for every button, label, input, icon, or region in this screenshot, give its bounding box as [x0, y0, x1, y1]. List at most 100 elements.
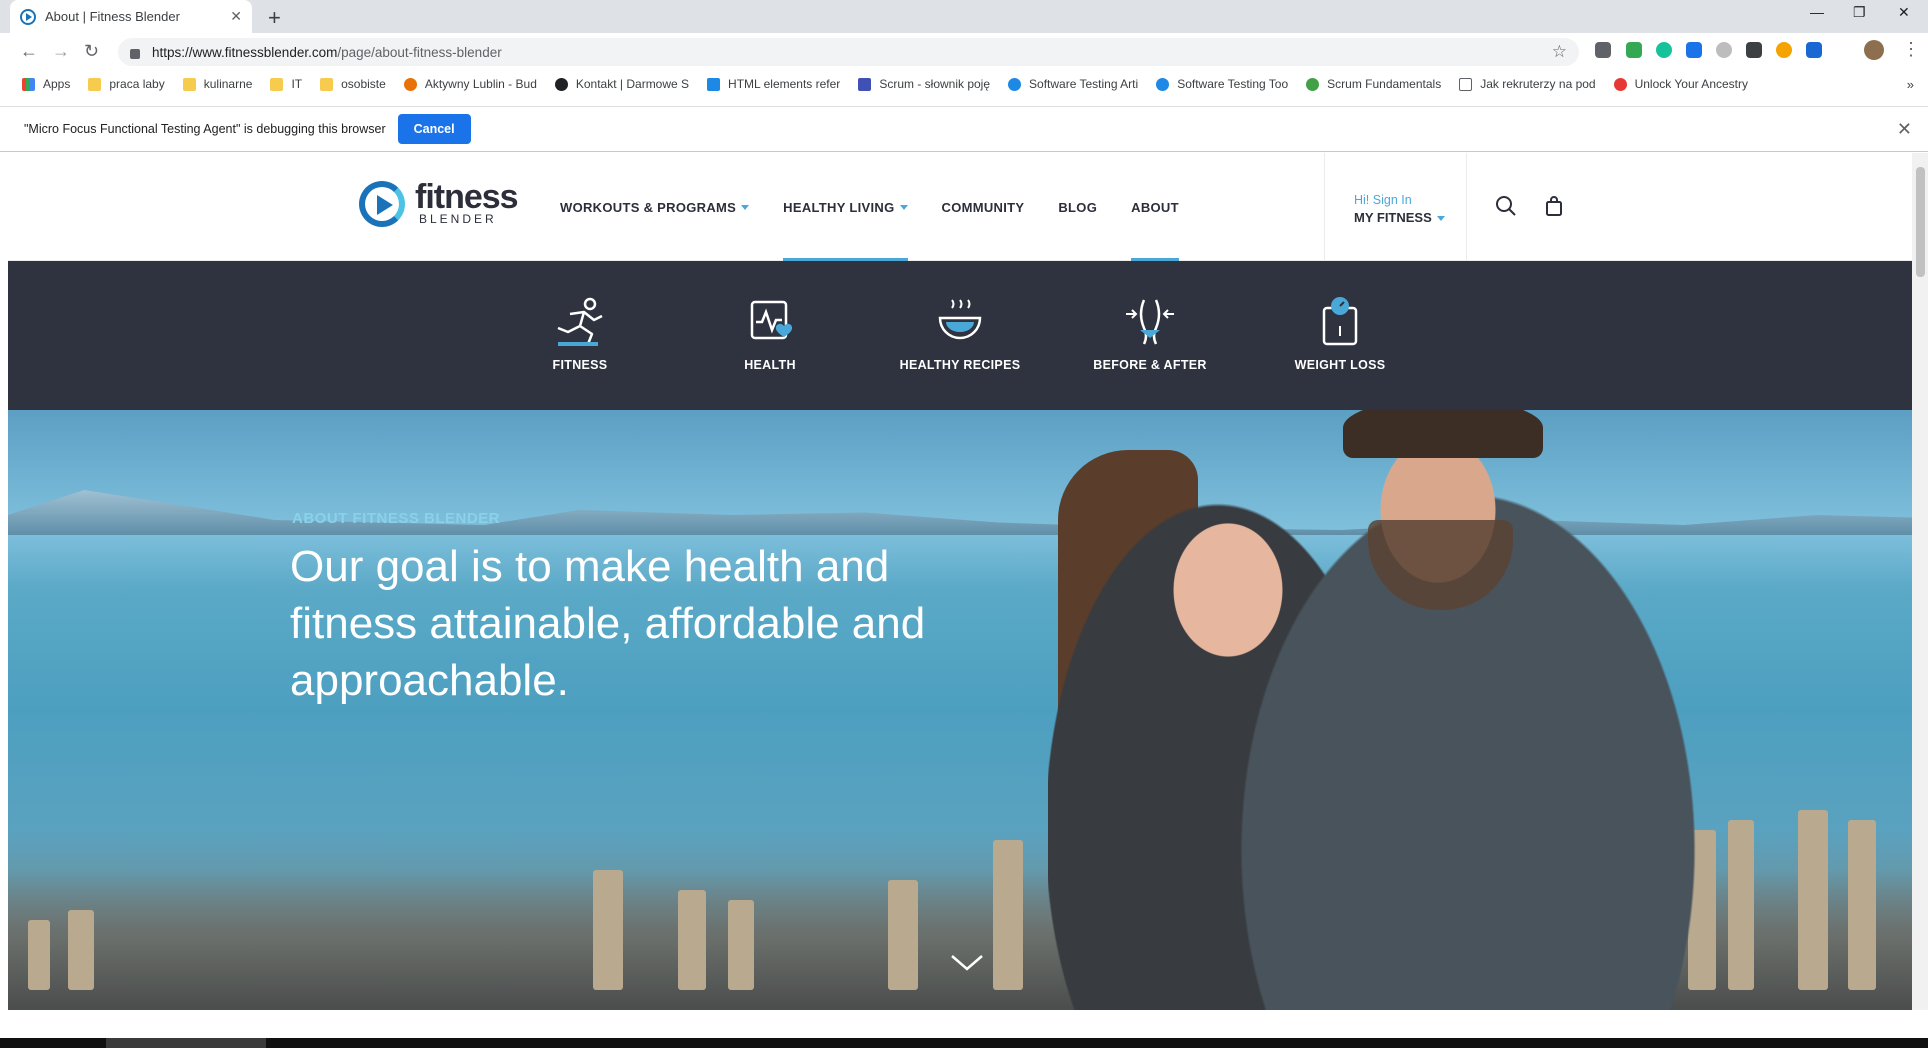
page-scrollbar[interactable]: [1912, 153, 1928, 1010]
wooden-post: [888, 880, 918, 990]
logo-play-icon: [359, 181, 405, 227]
header-divider: [1324, 153, 1325, 261]
close-window-icon[interactable]: ✕: [1898, 4, 1910, 21]
subnav-fitness[interactable]: FITNESS: [505, 296, 655, 372]
infobar-close-icon[interactable]: ✕: [1897, 119, 1912, 140]
nav-workouts-programs[interactable]: WORKOUTS & PROGRAMS: [560, 153, 750, 261]
my-fitness-dropdown[interactable]: MY FITNESS: [1354, 210, 1445, 225]
url-path: /page/about-fitness-blender: [337, 44, 502, 60]
wooden-post: [1848, 820, 1876, 990]
bowl-icon: [938, 299, 982, 340]
hero-eyebrow: ABOUT FITNESS BLENDER: [292, 510, 501, 527]
sign-in-menu[interactable]: Hi! Sign In MY FITNESS: [1354, 193, 1445, 225]
hero-photo-man: [1238, 410, 1698, 1010]
search-icon[interactable]: [1495, 195, 1517, 217]
tab-close-icon[interactable]: ✕: [230, 8, 242, 25]
lock-icon: [130, 49, 140, 59]
header-divider: [1466, 153, 1467, 261]
menu-kebab-icon[interactable]: ⋮: [1902, 39, 1920, 60]
extension-color-icon[interactable]: [1776, 42, 1792, 58]
new-tab-icon[interactable]: +: [268, 5, 281, 31]
bookmark-software-testing-articles[interactable]: Software Testing Arti: [1008, 77, 1138, 91]
site-favicon-icon: [1306, 77, 1320, 91]
address-bar[interactable]: https://www.fitnessblender.com/page/abou…: [118, 38, 1579, 66]
site-favicon-icon: [1156, 77, 1170, 91]
wooden-post: [678, 890, 706, 990]
subnav-healthy-recipes[interactable]: HEALTHY RECIPES: [885, 296, 1035, 372]
subnav-before-after[interactable]: BEFORE & AFTER: [1075, 296, 1225, 372]
wooden-post: [1798, 810, 1828, 990]
bookmark-html-elements[interactable]: HTML elements refer: [707, 77, 840, 91]
nav-blog[interactable]: BLOG: [1058, 153, 1097, 261]
main-navigation: WORKOUTS & PROGRAMS HEALTHY LIVING COMMU…: [560, 153, 1213, 261]
chevron-down-icon: [741, 204, 750, 210]
minimize-icon[interactable]: —: [1810, 4, 1824, 20]
bookmark-praca-laby[interactable]: praca laby: [88, 77, 165, 91]
tab-title: About | Fitness Blender: [45, 9, 180, 24]
forward-icon[interactable]: →: [52, 41, 70, 62]
scrollbar-thumb[interactable]: [1916, 167, 1925, 277]
chevron-down-icon: [1436, 216, 1445, 222]
bookmark-it[interactable]: IT: [270, 77, 302, 91]
subnav-health[interactable]: HEALTH: [695, 296, 845, 372]
site-favicon-icon: [858, 77, 872, 91]
browser-toolbar: ← → ↻ https://www.fitnessblender.com/pag…: [0, 33, 1928, 71]
bookmark-kulinarne[interactable]: kulinarne: [182, 77, 252, 91]
healthy-living-subnav: FITNESS HEALTH HEALTHY RECIPES BEFORE & …: [8, 261, 1912, 410]
extension-cloud-icon[interactable]: [1716, 42, 1732, 58]
site-header: fitness BLENDER WORKOUTS & PROGRAMS HEAL…: [8, 153, 1912, 261]
subnav-weight-loss[interactable]: WEIGHT LOSS: [1265, 296, 1415, 372]
bookmark-software-testing-tools[interactable]: Software Testing Too: [1156, 77, 1288, 91]
bookmark-aktywny-lublin[interactable]: Aktywny Lublin - Bud: [403, 77, 537, 91]
folder-icon: [182, 77, 196, 91]
shopping-bag-icon[interactable]: [1545, 195, 1563, 217]
page-icon: [1459, 77, 1473, 91]
nav-community[interactable]: COMMUNITY: [942, 153, 1025, 261]
extension-notes-icon[interactable]: [1746, 42, 1762, 58]
bookmark-apps[interactable]: Apps: [22, 77, 70, 91]
site-favicon-icon: [554, 77, 568, 91]
scroll-down-chevron-icon[interactable]: [950, 954, 984, 972]
site-favicon-icon: [1613, 77, 1627, 91]
wooden-post: [593, 870, 623, 990]
extension-drive-icon[interactable]: [1806, 42, 1822, 58]
back-icon[interactable]: ←: [20, 41, 38, 62]
bookmark-scrum-fundamentals[interactable]: Scrum Fundamentals: [1306, 77, 1441, 91]
bookmarks-overflow-icon[interactable]: »: [1907, 77, 1914, 92]
bookmark-scrum-slownik[interactable]: Scrum - słownik poję: [858, 77, 990, 91]
wooden-post: [28, 920, 50, 990]
extension-x-icon[interactable]: [1686, 42, 1702, 58]
site-favicon-icon: [1008, 77, 1022, 91]
folder-icon: [320, 77, 334, 91]
waist-icon: [1126, 299, 1174, 345]
extension-grammarly-icon[interactable]: [1656, 42, 1672, 58]
browser-tab[interactable]: About | Fitness Blender ✕: [10, 0, 252, 33]
profile-avatar[interactable]: [1864, 40, 1884, 60]
bookmark-unlock-ancestry[interactable]: Unlock Your Ancestry: [1613, 77, 1748, 91]
debug-cancel-button[interactable]: Cancel: [397, 114, 471, 144]
nav-about[interactable]: ABOUT: [1131, 153, 1179, 261]
debugging-infobar: "Micro Focus Functional Testing Agent" i…: [0, 106, 1928, 152]
bookmarks-bar: Apps praca laby kulinarne IT osobiste Ak…: [0, 71, 1928, 97]
bookmark-kontakt[interactable]: Kontakt | Darmowe S: [554, 77, 689, 91]
bookmark-star-icon[interactable]: ☆: [1552, 42, 1567, 62]
hero-title: Our goal is to make health and fitness a…: [290, 542, 926, 705]
reload-icon[interactable]: ↻: [84, 41, 99, 62]
taskbar-active-app[interactable]: [106, 1038, 266, 1048]
os-taskbar: [0, 1038, 1928, 1048]
wooden-post: [1728, 820, 1754, 990]
extension-sheets-icon[interactable]: [1626, 42, 1642, 58]
bookmark-osobiste[interactable]: osobiste: [320, 77, 386, 91]
nav-healthy-living[interactable]: HEALTHY LIVING: [783, 153, 908, 261]
bookmark-jak-rekruterzy[interactable]: Jak rekruterzy na pod: [1459, 77, 1596, 91]
extension-shield-icon[interactable]: [1595, 42, 1611, 58]
restore-icon[interactable]: ❐: [1853, 4, 1866, 21]
scale-icon: [1322, 297, 1358, 346]
fitness-blender-logo[interactable]: fitness BLENDER: [359, 178, 519, 227]
sign-in-link[interactable]: Hi! Sign In: [1354, 193, 1445, 207]
site-favicon-icon: [403, 77, 417, 91]
debug-message: "Micro Focus Functional Testing Agent" i…: [24, 122, 386, 136]
logo-wordmark: fitness: [415, 178, 519, 216]
folder-icon: [88, 77, 102, 91]
folder-icon: [270, 77, 284, 91]
